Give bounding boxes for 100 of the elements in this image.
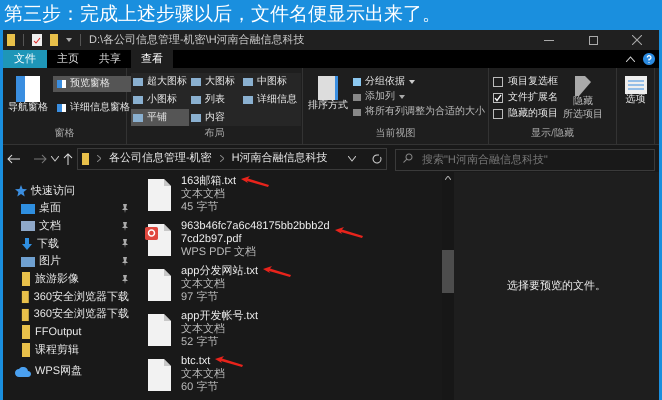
caret-icon [409,80,415,84]
file-type: 文本文档 [181,323,226,336]
file-type: WPS PDF 文档 [181,246,258,259]
arrow-annotation [214,356,244,368]
chevron-icon[interactable] [220,155,224,162]
caret-icon [399,95,405,99]
add-column-button[interactable]: 添加列 [353,91,485,103]
text-file-icon [145,358,173,392]
text-file-icon [145,178,173,212]
ribbon-tab[interactable]: 共享 [89,50,131,68]
sidebar-item[interactable]: 360安全浏览器下载 [3,306,133,324]
download-arrow-icon [21,238,33,250]
arrow-annotation [240,176,270,188]
file-size: 52 字节 [181,336,220,349]
forward-icon[interactable] [33,154,47,164]
sidebar-item[interactable]: 快速访问 [3,182,133,200]
layout-option[interactable]: 超大图标 [131,73,189,90]
hide-selected-button[interactable]: 隐藏 所选项目 [562,76,604,128]
file-name: app开发帐号.txt [181,310,258,322]
quick-access-toolbar-icon[interactable] [32,34,42,46]
folder-icon [7,34,15,46]
layout-option[interactable]: 小图标 [131,91,189,108]
file-size: 45 字节 [181,201,220,214]
pane-toggle-button[interactable]: 预览窗格 [53,76,134,92]
file-type: 文本文档 [181,278,226,290]
close-icon [632,35,642,45]
sort-by-button[interactable]: 排序方式 [307,76,349,128]
sidebar-item[interactable]: FFOutput [3,324,133,342]
file-name: 163邮箱.txt [181,175,236,188]
sidebar-item[interactable]: 课程剪辑 [3,341,133,359]
group-label: 显示/隐藏 [530,128,575,140]
checkbox[interactable] [493,77,503,87]
scroll-thumb[interactable] [442,250,454,293]
pin-icon [121,274,129,284]
file-type: 文本文档 [181,188,226,200]
up-icon[interactable] [63,152,73,164]
checkbox[interactable] [493,109,503,119]
pin-icon [121,257,129,266]
checkbox[interactable] [493,93,503,103]
collapse-ribbon-icon[interactable] [626,56,635,62]
sidebar-item[interactable]: 360安全浏览器下载 [3,288,133,306]
pin-icon [121,239,129,248]
search-field[interactable]: 搜索"H河南合融信息科技" [395,148,655,170]
help-icon[interactable] [643,53,655,65]
group-label: 布局 [204,128,226,140]
chevron-icon[interactable] [97,155,101,162]
sort-icon [318,76,338,100]
layout-option[interactable]: 大图标 [189,73,241,90]
arrow-annotation [334,227,364,239]
pin-icon [121,222,129,231]
sidebar-item[interactable]: 文档 [3,217,133,236]
desktop-icon [21,202,35,215]
refresh-icon[interactable] [372,154,382,164]
text-file-icon [145,313,173,347]
sidebar-item[interactable]: WPS网盘 [3,362,133,381]
sidebar-item[interactable]: 旅游影像 [3,270,133,288]
file-name: app分发网站.txt [181,265,258,278]
layout-option[interactable]: 中图标 [241,73,293,90]
folder-icon [21,325,31,340]
fit-columns-button[interactable]: 将所有列调整为合适的大小 [353,106,485,118]
file-size: 60 字节 [181,381,220,394]
sidebar-item[interactable]: 桌面 [3,200,133,218]
folder-icon [82,152,89,164]
dropdown-icon[interactable] [348,156,356,162]
sidebar-item[interactable]: 图片 [3,252,133,270]
layout-option[interactable]: 内容 [189,109,241,126]
text-file-icon [145,268,173,302]
options-button[interactable]: 选项 [624,76,646,106]
layout-option[interactable]: 平铺 [131,109,189,126]
checkbox-label: 隐藏的项目 [508,108,558,120]
document-icon [21,220,35,232]
folder-icon [21,343,31,358]
folder-icon [21,308,30,322]
preview-message: 选择要预览的文件。 [507,278,606,294]
recent-locations-icon[interactable] [51,156,59,162]
navigation-pane-button[interactable]: 导航窗格 [7,76,49,128]
options-icon [624,76,646,94]
file-name: 963b46fc7a6c48175bb2bbb2d 7cd2b97.pdf [181,220,330,246]
ribbon-tab[interactable]: 主页 [47,50,89,68]
folder-icon [21,290,30,304]
ribbon-tab[interactable]: 查看 [131,50,173,68]
breadcrumb[interactable]: H河南合融信息科技 [232,150,328,167]
file-name: btc.txt [181,355,210,368]
pin-icon [121,204,129,214]
group-by-button[interactable]: 分组依据 [353,76,485,88]
back-icon[interactable] [7,154,21,164]
address-bar[interactable]: 各公司信息管理-机密 H河南合融信息科技 [77,148,387,170]
navigation-pane-icon [16,76,40,102]
pdf-file-icon [145,223,173,257]
file-size: 97 字节 [181,291,220,304]
scroll-up-icon[interactable] [445,176,451,180]
folder-icon [21,272,31,286]
layout-option[interactable]: 列表 [189,91,241,108]
cloud-icon [15,366,31,377]
pane-toggle-button[interactable]: 详细信息窗格 [53,100,134,116]
breadcrumb[interactable]: 各公司信息管理-机密 [109,150,212,167]
sidebar-item[interactable]: 下载 [3,235,133,253]
group-label: 窗格 [54,128,76,140]
group-label: 当前视图 [374,128,416,140]
dropdown-icon[interactable] [66,38,72,42]
